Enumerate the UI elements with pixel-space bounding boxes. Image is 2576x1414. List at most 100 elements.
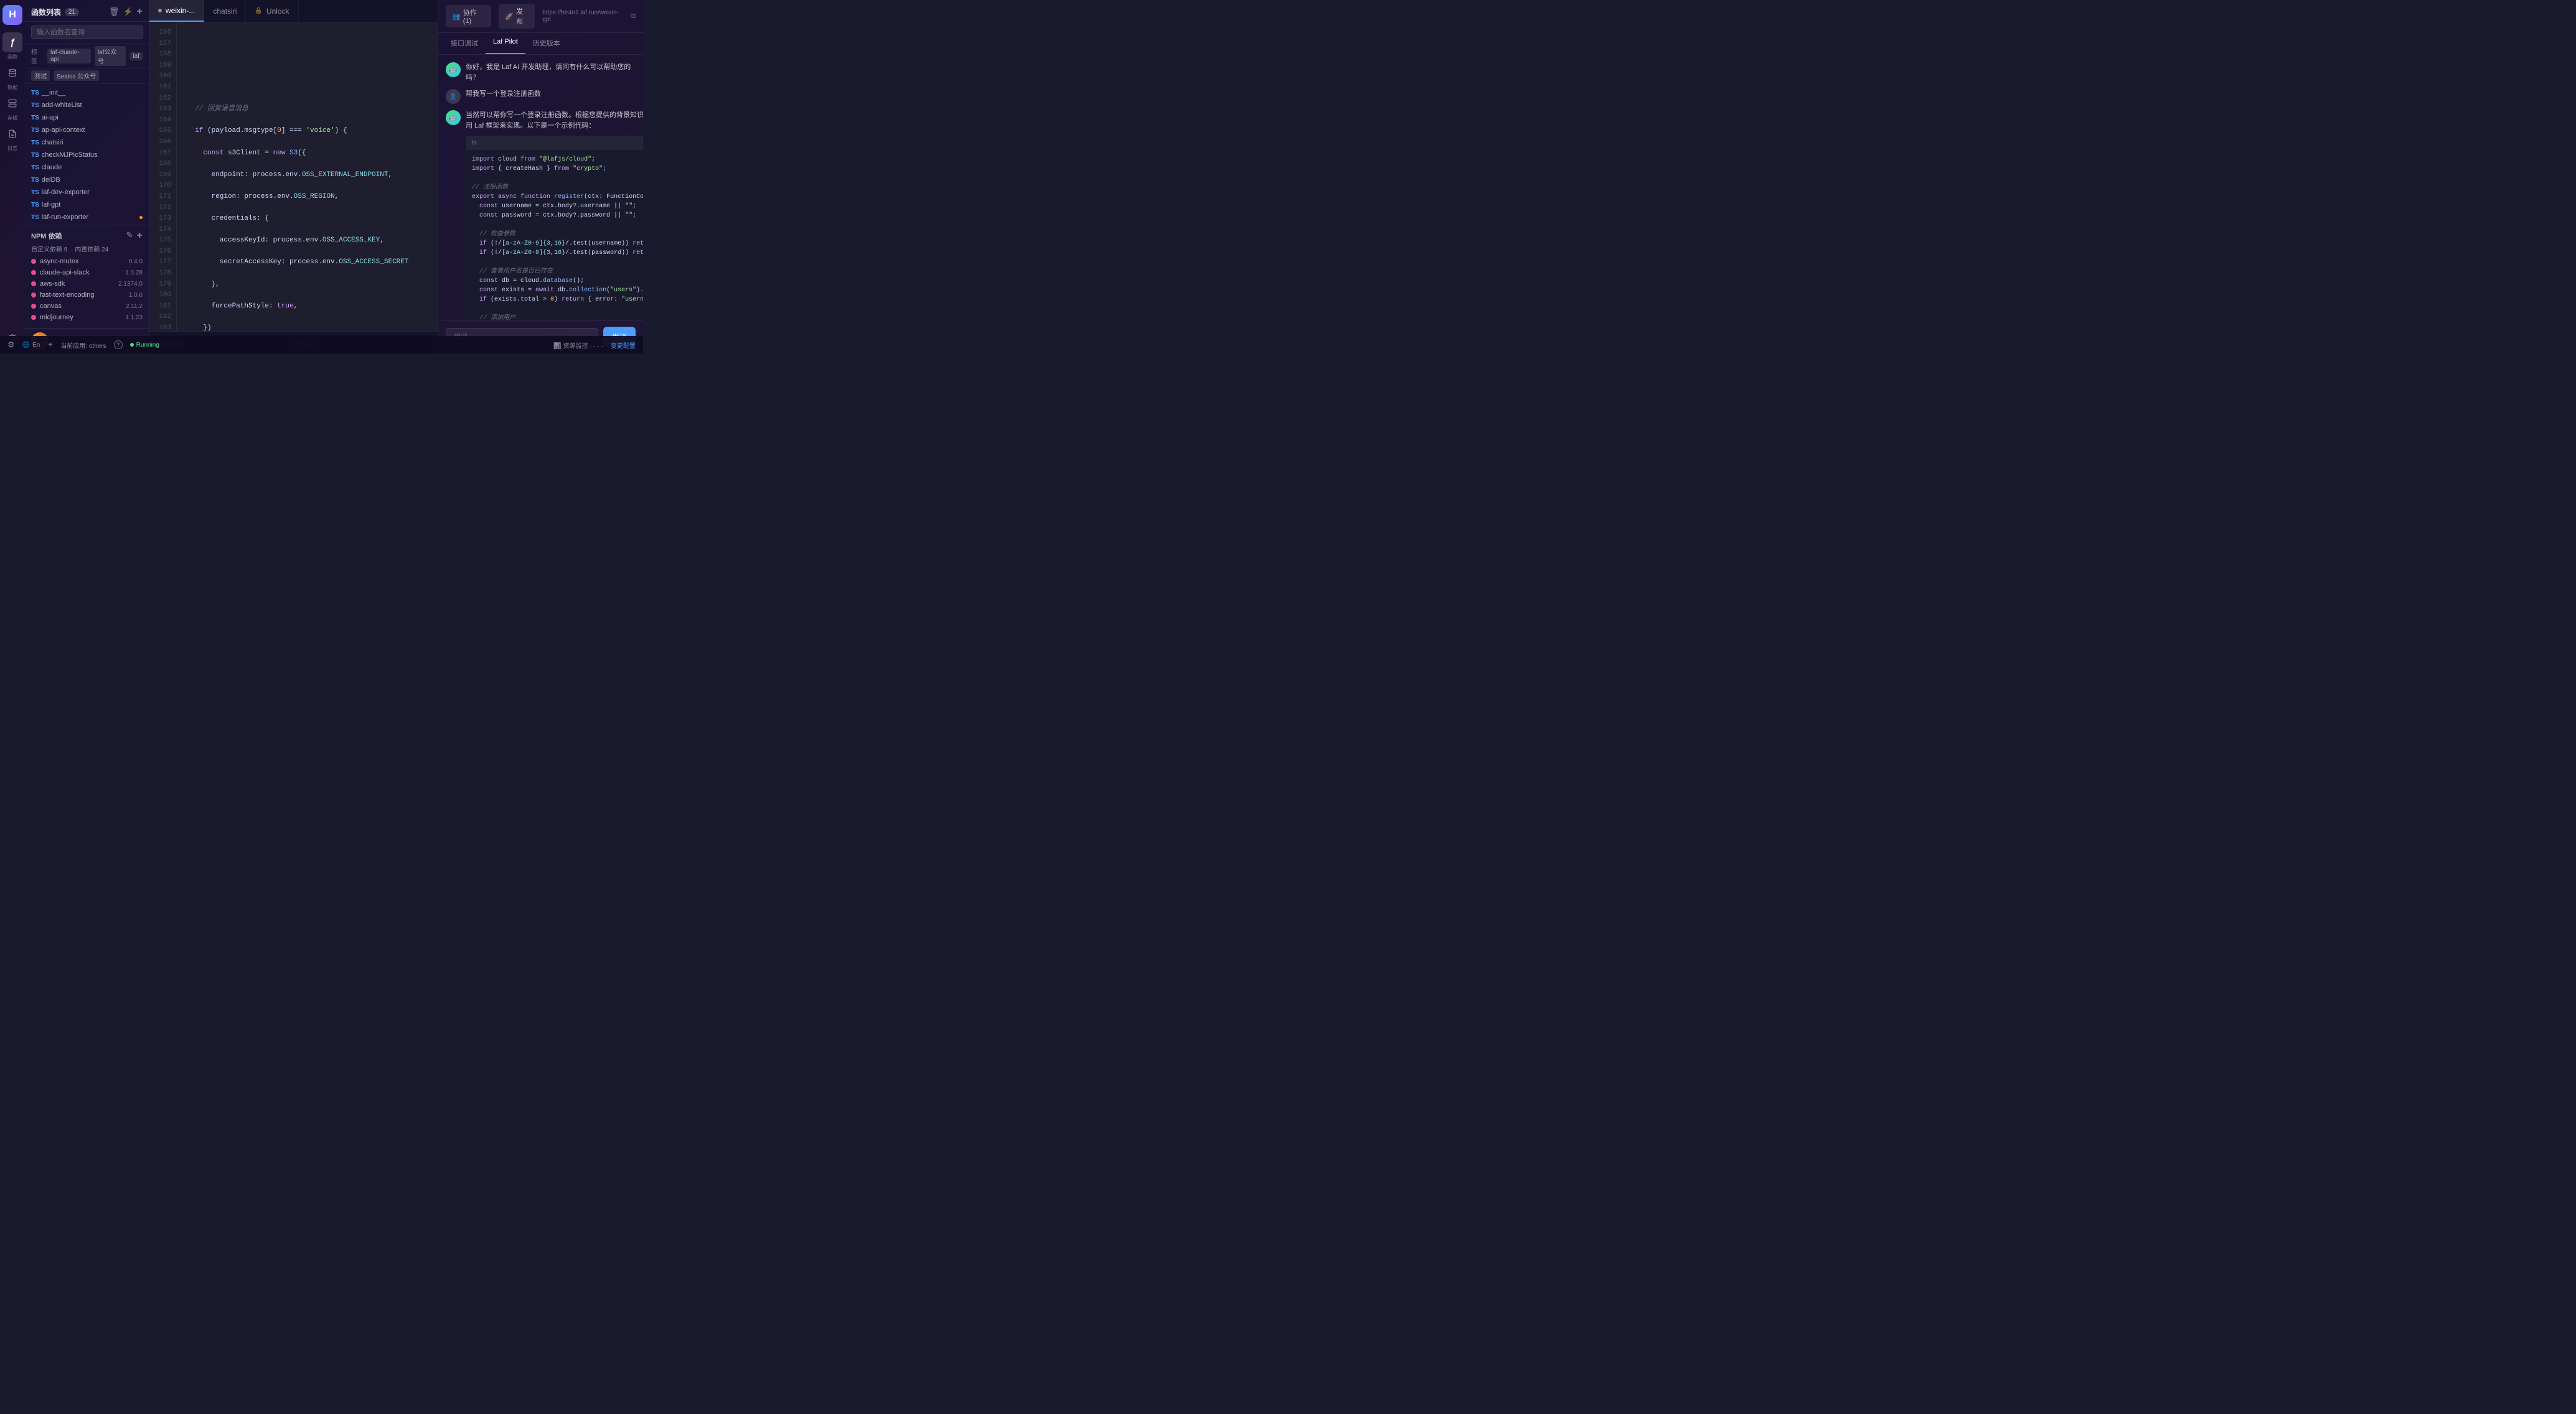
function-item-claude[interactable]: TS claude xyxy=(25,161,149,174)
panel-tab-api[interactable]: 接口调试 xyxy=(443,33,486,54)
sidebar-database-item[interactable]: 数据 xyxy=(2,63,22,91)
function-item-mjapi[interactable]: TS mj-api xyxy=(25,223,149,225)
tag-laf-claude-api[interactable]: laf-cluade-api xyxy=(47,49,91,63)
npm-version: 2.11.2 xyxy=(126,303,143,310)
tab-bar: weixin-... chatsiri 🔒 Unlock xyxy=(149,0,438,22)
chat-message-ai-welcome: 🤖 你好，我是 Laf AI 开发助理，请问有什么可以帮助您的吗？ xyxy=(446,62,636,83)
sidebar-item-functions[interactable]: ƒ xyxy=(2,32,22,52)
database-icon xyxy=(8,68,17,77)
function-sidebar: 函数列表 21 🗑 ⚡ + 标签 laf-cluade-api laf公众号 l… xyxy=(25,0,149,354)
delete-icon[interactable]: 🗑 xyxy=(109,7,120,17)
ts-prefix: TS xyxy=(31,90,39,96)
chat-message-ai-response: 🤖 当然可以帮你写一个登录注册函数。根据您提供的背景知识，我可以使用 Laf 框… xyxy=(446,110,636,320)
npm-section-actions: ✎ + xyxy=(126,230,143,241)
sidebar-item-storage[interactable] xyxy=(2,93,22,113)
npm-item-midjourney[interactable]: midjourney 1.1.23 xyxy=(31,312,143,323)
search-box xyxy=(25,22,149,44)
sidebar-storage-item[interactable]: 存储 xyxy=(2,93,22,121)
npm-item-fast-text-encoding[interactable]: fast-text-encoding 1.0.6 xyxy=(31,289,143,301)
collab-icon: 👥 xyxy=(452,12,461,21)
npm-name: claude-api-slack xyxy=(40,269,121,276)
ts-prefix: TS xyxy=(31,139,39,146)
function-name: ai-api xyxy=(42,114,59,121)
function-sidebar-header: 函数列表 21 🗑 ⚡ + xyxy=(25,0,149,22)
tag-laf[interactable]: laf xyxy=(129,52,143,60)
function-item-init[interactable]: TS __init__ xyxy=(25,87,149,99)
publish-label: 发布 xyxy=(516,6,529,26)
icon-sidebar: H ƒ 函数 数据 存储 日志 xyxy=(0,0,25,354)
npm-name: canvas xyxy=(40,302,122,310)
npm-builtin-count: 内置依赖 24 xyxy=(75,244,108,253)
function-item-chatsiri[interactable]: TS chatsiri xyxy=(25,136,149,149)
panel-tab-history[interactable]: 历史版本 xyxy=(525,33,568,54)
npm-item-claude-api-slack[interactable]: claude-api-slack 1.0.28 xyxy=(31,267,143,278)
function-item-aiapi[interactable]: TS ai-api xyxy=(25,111,149,124)
tag-test[interactable]: 测试 xyxy=(31,70,50,81)
function-name: laf-dev-exporter xyxy=(42,189,90,196)
function-item-lafdev[interactable]: TS laf-dev-exporter xyxy=(25,186,149,199)
npm-name: fast-text-encoding xyxy=(40,291,125,299)
npm-edit-icon[interactable]: ✎ xyxy=(126,230,133,241)
status-help-icon[interactable]: ? xyxy=(114,340,123,349)
npm-version: 1.1.23 xyxy=(125,314,143,321)
function-item-lafgpt[interactable]: TS laf-gpt xyxy=(25,199,149,211)
function-name: checkMJPicStatus xyxy=(42,151,98,159)
function-item-checkMJ[interactable]: TS checkMJPicStatus xyxy=(25,149,149,161)
url-display: https://htr4n1.laf.run/weixin-gpt xyxy=(542,9,623,23)
tag-laf-wechat[interactable]: laf公众号 xyxy=(95,46,126,66)
function-item-lafrun[interactable]: TS laf-run-exporter xyxy=(25,211,149,223)
config-button[interactable]: 变更配置 xyxy=(611,340,636,350)
ai-avatar-2: 🤖 xyxy=(446,110,461,125)
function-name: __init__ xyxy=(42,89,66,96)
ts-prefix: TS xyxy=(31,127,39,134)
sidebar-item-storage-label: 存储 xyxy=(7,115,17,121)
npm-name: midjourney xyxy=(40,314,121,321)
functions-icon: ƒ xyxy=(10,37,15,48)
sidebar-item-database[interactable] xyxy=(2,63,22,83)
copy-url-icon[interactable]: ⧉ xyxy=(631,12,636,21)
npm-dot xyxy=(31,304,36,309)
function-name: delDB xyxy=(42,176,60,184)
sidebar-function-item[interactable]: ƒ 函数 xyxy=(2,32,22,60)
npm-item-async-mutex[interactable]: async-mutex 0.4.0 xyxy=(31,256,143,267)
code-editor[interactable]: 156 157 158 159 160 161 162 163 164 165 … xyxy=(149,22,438,331)
sidebar-item-logs[interactable] xyxy=(2,124,22,144)
status-lang[interactable]: 🌐 En xyxy=(22,342,40,349)
function-item-apapi[interactable]: TS ap-api-context xyxy=(25,124,149,136)
npm-add-button[interactable]: + xyxy=(137,230,143,241)
panel-tab-laf-pilot[interactable]: Laf Pilot xyxy=(486,33,525,54)
search-input[interactable] xyxy=(31,26,143,39)
tab-unlock[interactable]: 🔒 Unlock xyxy=(246,0,298,22)
npm-item-aws-sdk[interactable]: aws-sdk 2.1374.0 xyxy=(31,278,143,289)
status-settings-icon[interactable]: ⚙ xyxy=(7,340,15,350)
filter-icon[interactable]: ⚡ xyxy=(123,7,133,17)
sidebar-logs-item[interactable]: 日志 xyxy=(2,124,22,152)
use-code-button[interactable]: 使用 xyxy=(642,138,643,147)
collab-button[interactable]: 👥 协作 (1) xyxy=(446,5,491,27)
status-app[interactable]: 当前应用: others xyxy=(60,340,106,350)
monitor-link[interactable]: 📊 资源监控 · · · · xyxy=(553,340,603,350)
tag-sealos[interactable]: Sealos 公众号 xyxy=(54,70,99,81)
code-block: ts 使用 复制 import cloud from "@lafjs/cloud… xyxy=(466,136,643,320)
ts-prefix: TS xyxy=(31,115,39,121)
code-lang: ts xyxy=(472,138,477,147)
tag-section-2: 测试 Sealos 公众号 xyxy=(25,69,149,84)
npm-items: async-mutex 0.4.0 claude-api-slack 1.0.2… xyxy=(31,256,143,323)
publish-button[interactable]: 🚀 发布 xyxy=(499,4,535,29)
status-sun[interactable]: ☀ xyxy=(47,342,53,349)
npm-meta: 自定义依赖 9 内置依赖 24 xyxy=(31,244,143,253)
tab-chatsiri[interactable]: chatsiri xyxy=(204,0,246,22)
function-item-addwhitelist[interactable]: TS add-whiteList xyxy=(25,99,149,111)
tag-section: 标签 laf-cluade-api laf公众号 laf xyxy=(25,44,149,69)
npm-item-canvas[interactable]: canvas 2.11.2 xyxy=(31,301,143,312)
function-item-deldb[interactable]: TS delDB xyxy=(25,174,149,186)
tab-weixin-gpt[interactable]: weixin-... xyxy=(149,0,204,22)
npm-section-title: NPM 依赖 xyxy=(31,231,62,241)
ts-prefix: TS xyxy=(31,202,39,208)
app-logo[interactable]: H xyxy=(2,5,22,25)
function-sidebar-title: 函数列表 xyxy=(31,7,61,17)
sidebar-item-logs-label: 日志 xyxy=(7,145,17,152)
add-function-button[interactable]: + xyxy=(137,6,143,17)
storage-icon xyxy=(8,99,17,108)
sun-icon: ☀ xyxy=(47,342,53,349)
